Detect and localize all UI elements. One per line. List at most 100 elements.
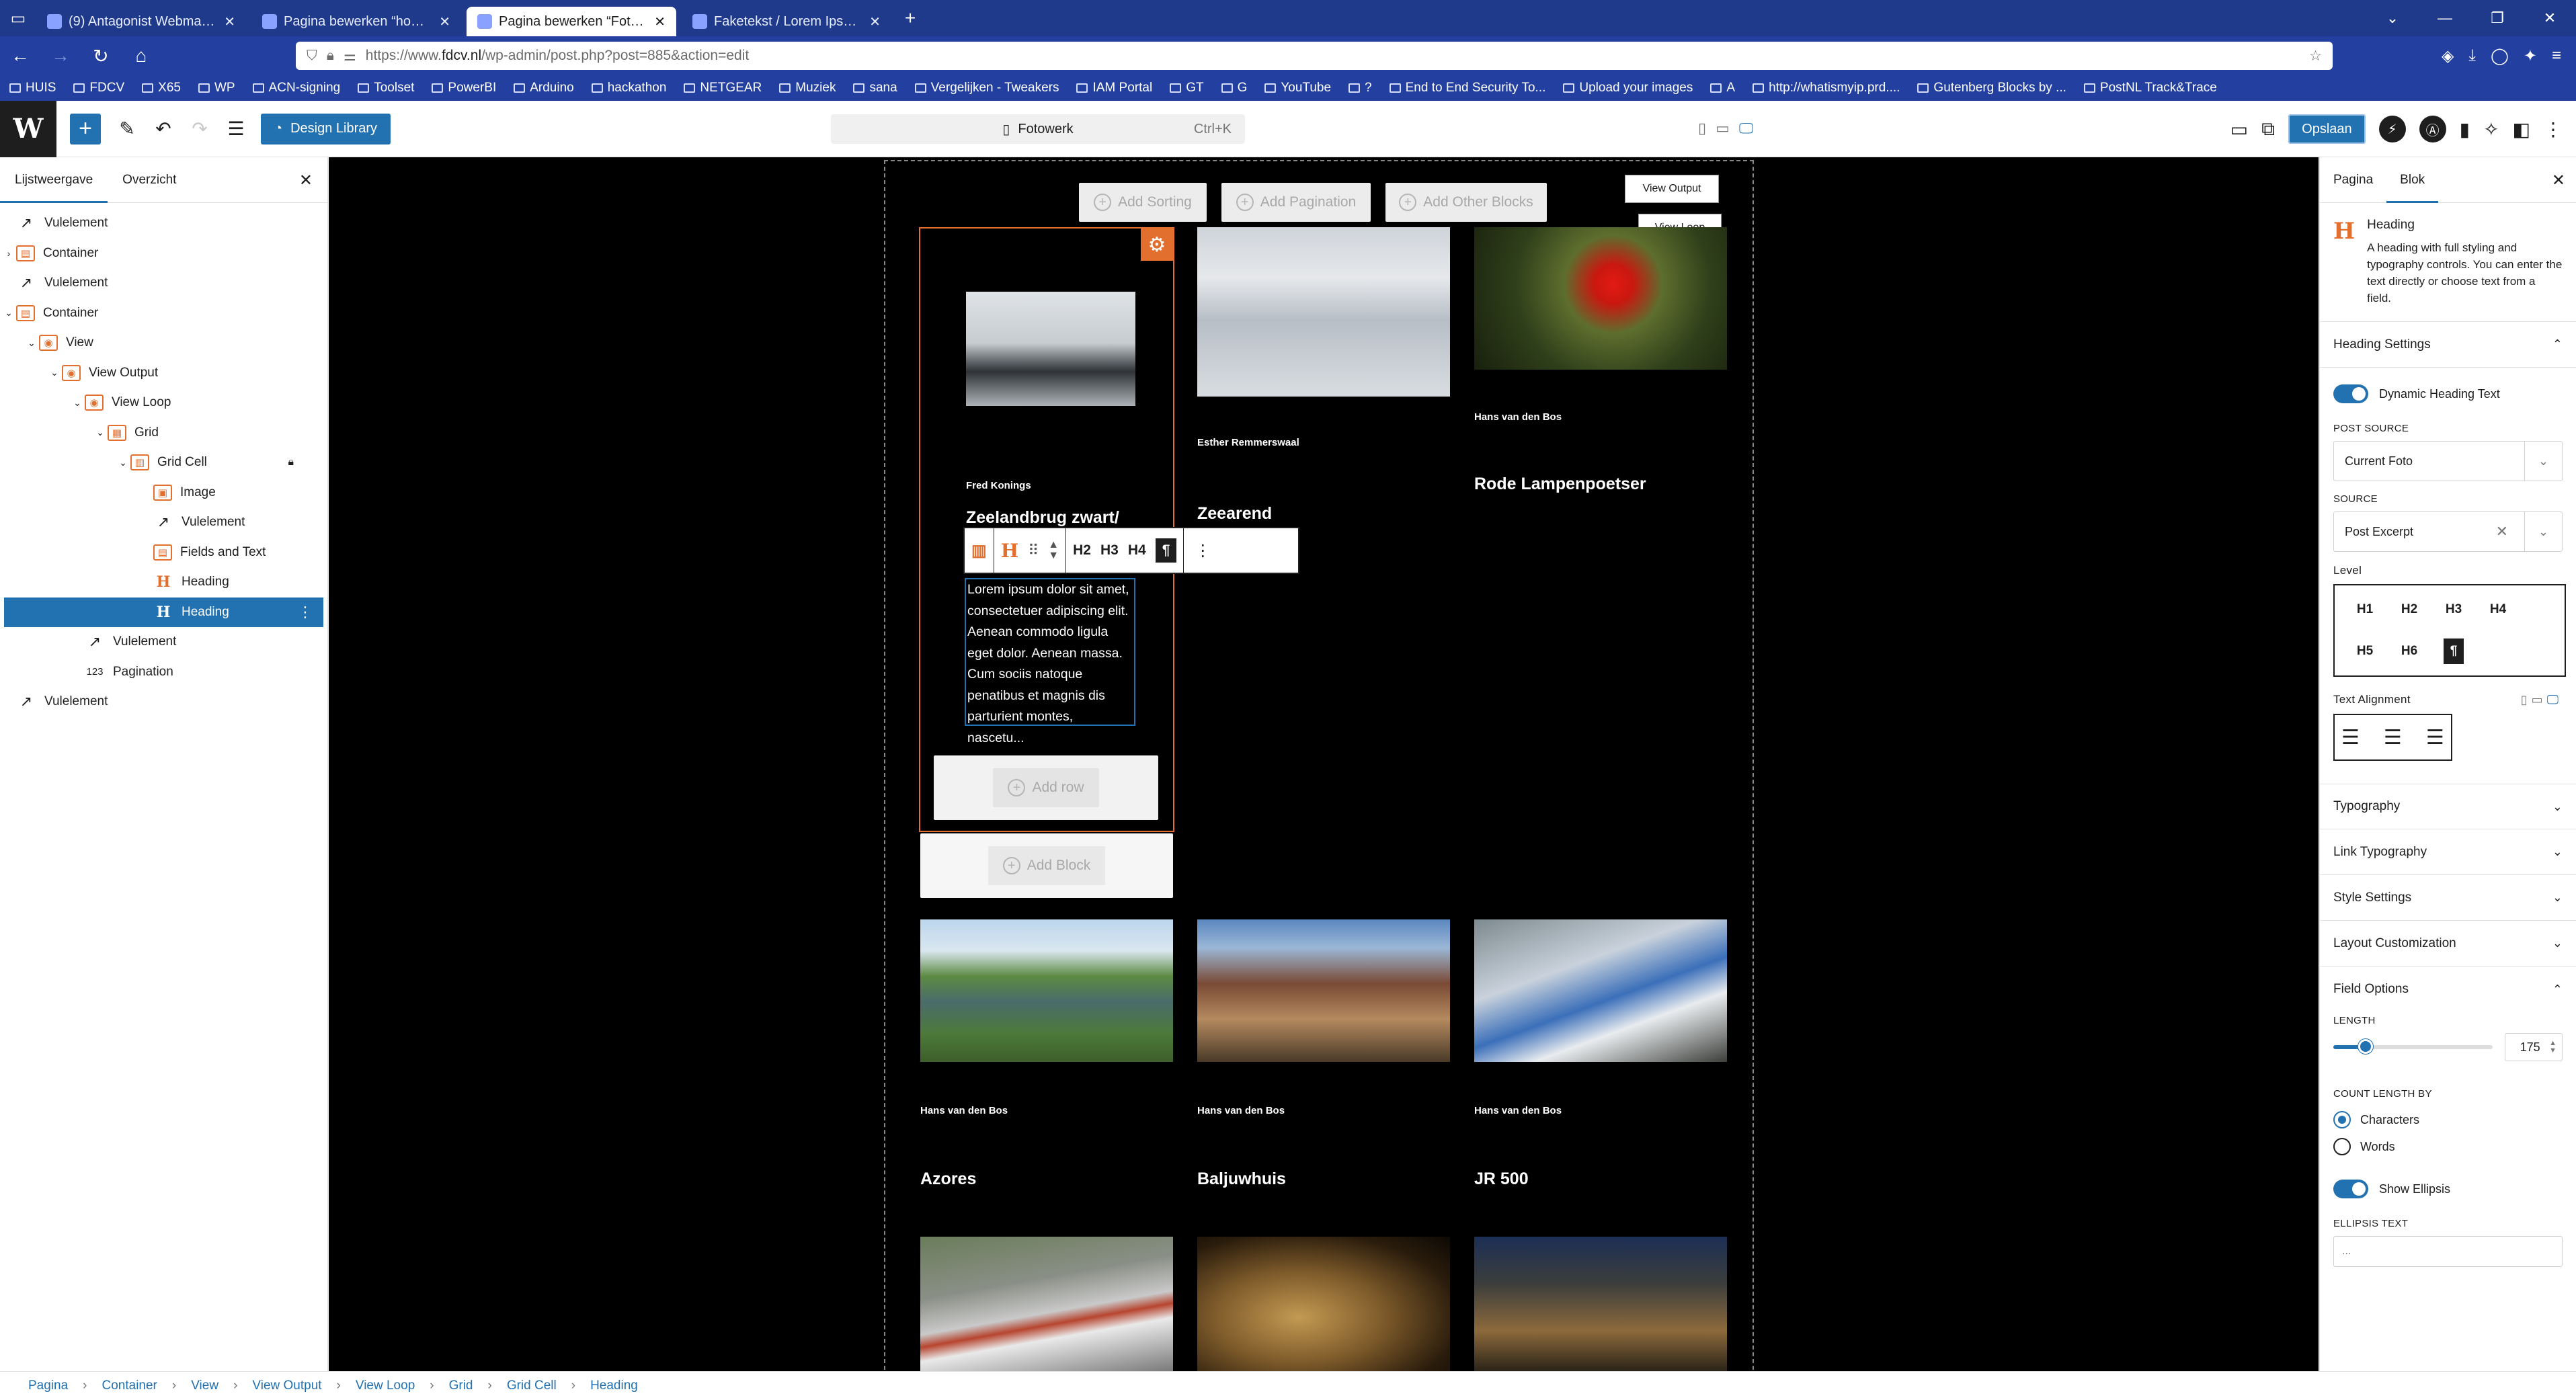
bookmark-item[interactable]: http://whatismyip.prd....: [1753, 81, 1900, 95]
bookmark-item[interactable]: Gutenberg Blocks by ...: [1917, 81, 2066, 95]
tree-item[interactable]: › ▤ Container: [0, 239, 327, 269]
bookmark-item[interactable]: Upload your images: [1563, 81, 1693, 95]
bookmark-item[interactable]: NETGEAR: [684, 81, 762, 95]
wordpress-logo-icon[interactable]: W: [0, 100, 56, 157]
level-option[interactable]: H2: [2387, 595, 2431, 624]
level-option[interactable]: ¶: [2431, 636, 2476, 666]
tree-item[interactable]: ↗ Vulelement: [0, 208, 327, 239]
browser-tab[interactable]: Pagina bewerken “home” ‹ FDCV fo ✕: [251, 7, 461, 36]
tab-list-icon[interactable]: ▭: [0, 9, 36, 28]
bookmark-item[interactable]: ?: [1349, 81, 1372, 95]
bolt-icon[interactable]: ⚡︎: [2378, 116, 2406, 142]
source-select[interactable]: Post Excerpt ✕ ⌄: [2333, 511, 2563, 552]
layout-customization-toggle[interactable]: Layout Customization ⌄: [2320, 921, 2576, 966]
breadcrumb-item[interactable]: Pagina: [28, 1378, 68, 1393]
words-radio[interactable]: [2333, 1138, 2351, 1155]
chevron-icon[interactable]: ⌄: [47, 367, 62, 378]
bookmark-item[interactable]: WP: [198, 81, 235, 95]
length-slider-handle[interactable]: [2358, 1039, 2373, 1054]
tree-item[interactable]: ⌄ ◉ View: [0, 328, 327, 358]
grid-cell-image[interactable]: [1474, 919, 1727, 1062]
characters-radio[interactable]: [2333, 1111, 2351, 1128]
browser-tab[interactable]: (9) Antagonist Webmail :: Verze ✕: [36, 7, 246, 36]
options-icon[interactable]: ⋮: [2544, 118, 2563, 140]
gear-icon[interactable]: ⚙: [1141, 229, 1173, 261]
level-option[interactable]: H4: [2476, 595, 2520, 624]
tree-item[interactable]: 123 Pagination: [0, 657, 327, 688]
pocket-icon[interactable]: ◈: [2442, 46, 2454, 66]
bookmark-item[interactable]: X65: [142, 81, 181, 95]
align-center-icon[interactable]: ☰: [2384, 726, 2402, 749]
show-ellipsis-toggle[interactable]: [2333, 1180, 2368, 1198]
minimize-icon[interactable]: —: [2419, 9, 2471, 27]
account-icon[interactable]: ◯: [2491, 46, 2509, 66]
bookmark-item[interactable]: sana: [853, 81, 897, 95]
add-block-toggle-button[interactable]: +: [70, 113, 101, 145]
redo-icon[interactable]: ↷: [182, 118, 218, 140]
tab-list-view[interactable]: Lijstweergave: [0, 157, 108, 203]
bookmark-item[interactable]: PowerBI: [432, 81, 496, 95]
level-option[interactable]: H6: [2387, 636, 2431, 666]
astra-icon[interactable]: Ⓐ: [2419, 116, 2446, 142]
count-words-option[interactable]: Words: [2333, 1133, 2563, 1160]
bookmark-star-icon[interactable]: ☆: [2309, 48, 2322, 65]
design-library-button[interactable]: ◔ Design Library: [261, 113, 391, 145]
heading-level-button[interactable]: H2: [1073, 542, 1091, 559]
typography-toggle[interactable]: Typography ⌄: [2320, 784, 2576, 829]
bookmark-item[interactable]: A: [1710, 81, 1735, 95]
more-options-icon[interactable]: ⋮: [298, 604, 313, 621]
length-slider[interactable]: [2333, 1039, 2493, 1054]
grid-cell-image[interactable]: [966, 292, 1135, 406]
link-typography-toggle[interactable]: Link Typography ⌄: [2320, 829, 2576, 875]
bookmark-item[interactable]: Vergelijken - Tweakers: [914, 81, 1059, 95]
breadcrumb-item[interactable]: View Output: [252, 1378, 321, 1393]
extensions-icon[interactable]: ✦: [2524, 46, 2537, 66]
chevron-icon[interactable]: ⌄: [70, 397, 85, 409]
pencil-icon[interactable]: ✎: [109, 118, 145, 140]
bookmark-item[interactable]: GT: [1170, 81, 1204, 95]
post-source-select[interactable]: Current Foto ⌄: [2333, 441, 2563, 481]
move-up-down-icon[interactable]: ▲ ▼: [1048, 540, 1059, 561]
bookmark-item[interactable]: hackathon: [591, 81, 666, 95]
view-output-tag[interactable]: View Output: [1625, 175, 1719, 203]
site-settings-icon[interactable]: ⚌: [344, 48, 356, 65]
grid-cell-image-bottle[interactable]: [1197, 1237, 1450, 1371]
heading-block-icon[interactable]: H: [1001, 540, 1018, 562]
heading-settings-toggle[interactable]: Heading Settings ⌃: [2320, 322, 2576, 368]
close-tab-icon[interactable]: ✕: [224, 13, 235, 30]
grid-cell-image[interactable]: [1197, 919, 1450, 1062]
restore-icon[interactable]: ❐: [2471, 9, 2524, 27]
grid-cell-image-street[interactable]: [1474, 1237, 1727, 1371]
breadcrumb-item[interactable]: View: [191, 1378, 218, 1393]
add-pagination-button[interactable]: + Add Pagination: [1221, 183, 1371, 222]
forward-icon[interactable]: →: [40, 45, 81, 67]
address-bar[interactable]: ⛉ 🔒︎ ⚌ https://www.fdcv.nl/wp-admin/post…: [296, 42, 2333, 70]
chevron-icon[interactable]: ⌄: [93, 427, 108, 438]
toolset-icon[interactable]: ▮: [2460, 118, 2470, 140]
close-icon[interactable]: ✕: [299, 171, 313, 190]
grid-cell-icon[interactable]: ▥: [971, 541, 987, 561]
heading-level-button[interactable]: H3: [1100, 542, 1119, 559]
breadcrumb-item[interactable]: Container: [102, 1378, 157, 1393]
breadcrumb-item[interactable]: Heading: [590, 1378, 638, 1393]
tablet-icon[interactable]: ▭: [2532, 693, 2547, 706]
add-sorting-button[interactable]: + Add Sorting: [1079, 183, 1207, 222]
align-right-icon[interactable]: ☰: [2426, 726, 2444, 749]
chevron-icon[interactable]: ⌄: [24, 337, 39, 349]
bookmark-item[interactable]: Muziek: [779, 81, 836, 95]
level-option[interactable]: H1: [2343, 595, 2387, 624]
close-icon[interactable]: ✕: [2552, 171, 2565, 190]
align-left-icon[interactable]: ☰: [2341, 726, 2360, 749]
level-option[interactable]: H5: [2343, 636, 2387, 666]
field-options-toggle[interactable]: Field Options ⌃: [2320, 966, 2576, 1012]
mobile-icon[interactable]: ▯: [1698, 120, 1706, 137]
tree-item[interactable]: ▤ Fields and Text: [0, 538, 327, 568]
breadcrumb-item[interactable]: View Loop: [356, 1378, 415, 1393]
grid-cell-image[interactable]: [1474, 227, 1727, 370]
level-option[interactable]: H3: [2431, 595, 2476, 624]
sparkle-icon[interactable]: ✧: [2483, 118, 2499, 140]
count-characters-option[interactable]: Characters: [2333, 1106, 2563, 1133]
breadcrumb-item[interactable]: Grid Cell: [507, 1378, 557, 1393]
bookmark-item[interactable]: Toolset: [358, 81, 414, 95]
chevron-icon[interactable]: ⌄: [116, 457, 130, 468]
